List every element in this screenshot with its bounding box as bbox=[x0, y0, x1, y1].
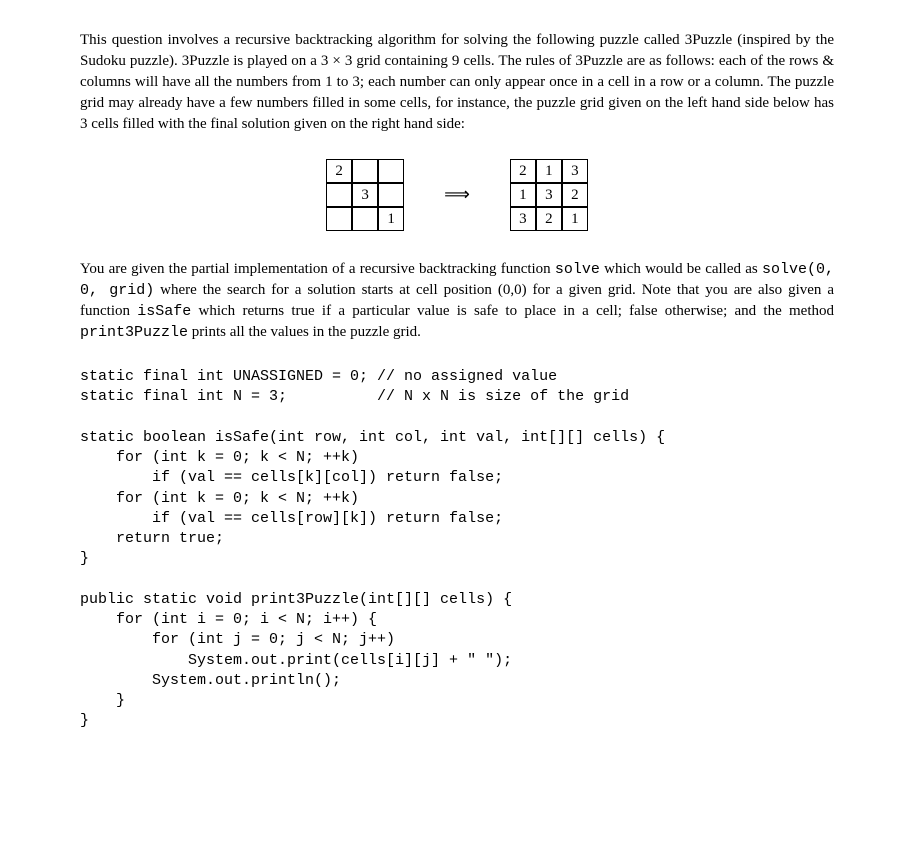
para2-text: prints all the values in the puzzle grid… bbox=[188, 324, 421, 340]
intro-paragraph: This question involves a recursive backt… bbox=[80, 30, 834, 135]
puzzle-grid-left: 2 3 1 bbox=[326, 159, 404, 231]
grid-cell: 1 bbox=[562, 207, 588, 231]
grid-cell bbox=[378, 159, 404, 183]
grid-cell: 3 bbox=[536, 183, 562, 207]
implies-arrow-icon: ⟹ bbox=[444, 182, 470, 207]
puzzle-grid-right: 2 1 3 1 3 2 3 2 1 bbox=[510, 159, 588, 231]
grid-cell: 1 bbox=[378, 207, 404, 231]
intro-text: This question involves a recursive backt… bbox=[80, 32, 834, 132]
grid-cell bbox=[352, 207, 378, 231]
grid-cell: 2 bbox=[562, 183, 588, 207]
grid-cell: 1 bbox=[510, 183, 536, 207]
grid-cell: 2 bbox=[326, 159, 352, 183]
code-issafe: isSafe bbox=[137, 303, 191, 320]
code-print3puzzle: print3Puzzle bbox=[80, 324, 188, 341]
grid-cell: 1 bbox=[536, 159, 562, 183]
grid-cell bbox=[326, 207, 352, 231]
grid-cell: 2 bbox=[536, 207, 562, 231]
grid-cell bbox=[352, 159, 378, 183]
grid-cell: 3 bbox=[562, 159, 588, 183]
grid-cell: 3 bbox=[510, 207, 536, 231]
grid-cell bbox=[378, 183, 404, 207]
puzzle-grids-row: 2 3 1 ⟹ 2 1 3 1 3 2 3 2 1 bbox=[80, 159, 834, 231]
explanation-paragraph: You are given the partial implementation… bbox=[80, 259, 834, 343]
grid-cell bbox=[326, 183, 352, 207]
code-listing: static final int UNASSIGNED = 0; // no a… bbox=[80, 367, 834, 732]
grid-cell: 2 bbox=[510, 159, 536, 183]
para2-text: which returns true if a particular value… bbox=[191, 303, 834, 319]
code-solve: solve bbox=[555, 261, 600, 278]
para2-text: which would be called as bbox=[600, 261, 762, 277]
grid-cell: 3 bbox=[352, 183, 378, 207]
para2-text: You are given the partial implementation… bbox=[80, 261, 555, 277]
